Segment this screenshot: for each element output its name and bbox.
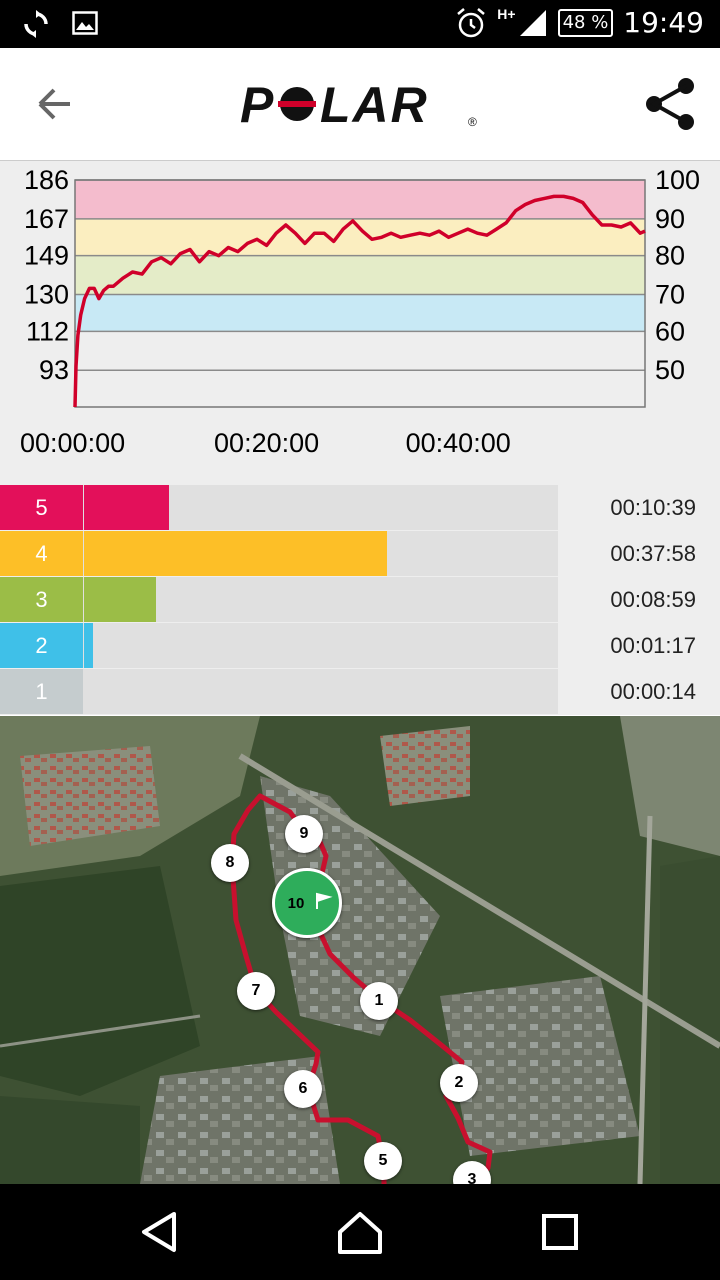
route-map[interactable]: 1 2 3 5 6 7 8 9 10 <box>0 716 720 1184</box>
arrow-left-icon <box>38 88 70 120</box>
finish-marker-label: 10 <box>287 894 305 912</box>
zone-number: 3 <box>0 577 83 622</box>
zone-time: 00:00:14 <box>558 669 720 714</box>
x-tick-00:20:00: 00:20:00 <box>214 428 319 458</box>
system-nav-bar <box>0 1184 720 1280</box>
zone-band-2 <box>75 218 645 256</box>
sync-icon <box>24 10 48 38</box>
zone-row-3: 3 00:08:59 <box>0 577 720 622</box>
nav-home-button[interactable] <box>334 1206 386 1258</box>
y-left-tick-149: 149 <box>24 241 69 271</box>
y-left-tick-112: 112 <box>26 316 69 346</box>
y-right-tick-50: 50 <box>655 355 685 385</box>
y-right-tick-90: 90 <box>655 204 685 234</box>
nav-recents-icon <box>542 1214 578 1250</box>
y-left-tick-167: 167 <box>24 204 69 234</box>
nav-home-icon <box>338 1212 382 1254</box>
zone-bar-track <box>84 577 557 622</box>
status-clock: 19:49 <box>623 6 704 39</box>
network-type-label: H+ <box>497 6 516 22</box>
zone-bar-track <box>84 623 557 668</box>
back-button[interactable] <box>30 82 80 126</box>
zone-band-3 <box>75 255 645 295</box>
nav-back-button[interactable] <box>134 1206 186 1258</box>
zone-number: 1 <box>0 669 83 714</box>
lap-marker-9[interactable]: 9 <box>285 815 323 853</box>
x-tick-00:00:00: 00:00:00 <box>20 428 125 458</box>
lap-marker-2[interactable]: 2 <box>440 1064 478 1102</box>
y-right-tick-70: 70 <box>655 280 685 310</box>
share-button[interactable] <box>642 76 698 132</box>
y-left-tick-186: 186 <box>24 165 69 195</box>
battery-indicator: 48 % <box>557 8 614 37</box>
lap-marker-7[interactable]: 7 <box>237 972 275 1010</box>
logo-o-mark <box>278 87 316 121</box>
logo-registered-mark: ® <box>468 115 477 129</box>
zone-row-2: 2 00:01:17 <box>0 623 720 668</box>
lap-marker-8[interactable]: 8 <box>211 844 249 882</box>
y-right-tick-100: 100 <box>655 165 700 195</box>
zone-band-1 <box>75 180 645 219</box>
zone-bar-fill <box>84 531 387 576</box>
logo-text-lar: LAR <box>320 77 429 133</box>
zone-number: 2 <box>0 623 83 668</box>
y-right-tick-60: 60 <box>655 316 685 346</box>
heart-rate-chart-svg: 186 167 149 130 112 93 100 90 80 70 60 50 00:00:00 00… <box>20 165 700 458</box>
nav-recents-button[interactable] <box>534 1206 586 1258</box>
zone-time: 00:37:58 <box>558 531 720 576</box>
y-right-tick-80: 80 <box>655 241 685 271</box>
nav-back-icon <box>142 1212 176 1252</box>
zone-time: 00:10:39 <box>558 485 720 530</box>
signal-hplus-icon <box>519 9 546 36</box>
image-icon <box>72 11 98 35</box>
zone-bar-track <box>84 669 557 714</box>
zone-bar-fill <box>84 577 156 622</box>
lap-marker-1[interactable]: 1 <box>360 982 398 1020</box>
share-icon <box>646 78 694 130</box>
zone-bar-fill <box>84 623 94 668</box>
zone-row-5: 5 00:10:39 <box>0 485 720 530</box>
heart-rate-chart: 186 167 149 130 112 93 100 90 80 70 60 50 00:00:00 00… <box>0 161 720 485</box>
zone-bar-track <box>84 485 557 530</box>
y-left-tick-130: 130 <box>24 280 69 310</box>
zone-bar-track <box>84 531 557 576</box>
app-header: P LAR ® <box>0 48 720 161</box>
zone-row-1: 1 00:00:14 <box>0 669 720 714</box>
lap-marker-5[interactable]: 5 <box>364 1142 402 1180</box>
y-left-tick-93: 93 <box>39 355 69 385</box>
status-bar: H+ 48 % 19:49 <box>0 0 720 48</box>
lap-marker-6[interactable]: 6 <box>284 1070 322 1108</box>
finish-marker[interactable]: 10 <box>272 868 342 938</box>
zone-time: 00:08:59 <box>558 577 720 622</box>
zone-number: 5 <box>0 485 83 530</box>
heart-rate-zones: 5 00:10:39 4 00:37:58 3 00:08:59 2 00:01:17 1 00:… <box>0 485 720 715</box>
zone-band-4 <box>75 294 645 332</box>
finish-flag-icon <box>316 892 333 909</box>
polar-logo: P LAR ® <box>240 76 480 136</box>
logo-text-p: P <box>240 77 275 133</box>
zone-bar-fill <box>84 485 170 530</box>
route-path <box>229 793 493 1184</box>
x-tick-00:40:00: 00:40:00 <box>406 428 511 458</box>
alarm-icon <box>457 7 486 37</box>
zone-number: 4 <box>0 531 83 576</box>
zone-row-4: 4 00:37:58 <box>0 531 720 576</box>
zone-time: 00:01:17 <box>558 623 720 668</box>
